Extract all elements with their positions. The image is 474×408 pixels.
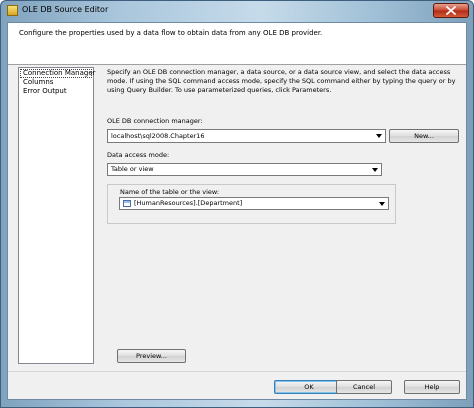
nav-item-columns[interactable]: Columns bbox=[20, 78, 92, 87]
page-description: Specify an OLE DB connection manager, a … bbox=[107, 68, 456, 94]
connection-manager-value: localhost\sql2008.Chapter16 bbox=[111, 132, 205, 140]
chevron-down-icon bbox=[379, 202, 385, 206]
app-icon bbox=[7, 5, 18, 16]
close-button[interactable] bbox=[433, 3, 469, 18]
footer-divider bbox=[8, 371, 466, 372]
nav-item-connection-manager[interactable]: Connection Manager bbox=[20, 69, 96, 78]
window-title: OLE DB Source Editor bbox=[22, 5, 109, 14]
access-mode-value: Table or view bbox=[111, 165, 154, 173]
dialog-header: Configure the properties used by a data … bbox=[8, 23, 466, 65]
preview-button[interactable]: Preview... bbox=[117, 349, 186, 363]
access-mode-dropdown[interactable]: Table or view bbox=[107, 163, 382, 176]
header-description: Configure the properties used by a data … bbox=[19, 29, 323, 37]
connection-manager-dropdown[interactable]: localhost\sql2008.Chapter16 bbox=[107, 129, 386, 143]
access-mode-label: Data access mode: bbox=[107, 151, 170, 159]
nav-item-error-output[interactable]: Error Output bbox=[20, 87, 92, 96]
table-name-value: [HumanResources].[Department] bbox=[134, 199, 243, 207]
close-icon bbox=[446, 6, 456, 15]
table-name-label: Name of the table or the view: bbox=[120, 188, 220, 196]
new-button[interactable]: New... bbox=[389, 129, 459, 143]
table-icon bbox=[123, 200, 131, 207]
dialog-client-area: Configure the properties used by a data … bbox=[7, 22, 467, 400]
page-navigation-list[interactable]: Connection Manager Columns Error Output bbox=[18, 67, 96, 364]
title-bar[interactable]: OLE DB Source Editor bbox=[1, 1, 473, 21]
cancel-button[interactable]: Cancel bbox=[336, 380, 392, 394]
dialog-window: OLE DB Source Editor Configure the prope… bbox=[0, 0, 474, 408]
ok-button[interactable]: OK bbox=[274, 380, 344, 394]
table-name-dropdown[interactable]: [HumanResources].[Department] bbox=[119, 197, 389, 210]
chevron-down-icon bbox=[376, 134, 382, 138]
help-button[interactable]: Help bbox=[404, 380, 460, 394]
connection-manager-label: OLE DB connection manager: bbox=[107, 117, 203, 125]
chevron-down-icon bbox=[372, 168, 378, 172]
